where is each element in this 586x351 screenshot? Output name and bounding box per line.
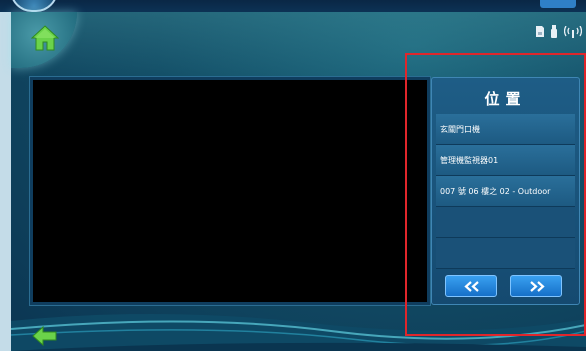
video-frame [29, 76, 431, 306]
location-item[interactable]: 007 號 06 樓之 02 - Outdoor [436, 176, 575, 207]
left-gutter [0, 12, 11, 351]
screen: 位置 玄關門口機 管理機監視器01 007 號 06 樓之 02 - Outdo… [0, 0, 586, 351]
sd-card-icon [536, 26, 544, 37]
previous-page-button[interactable] [445, 275, 497, 297]
top-button[interactable] [540, 0, 576, 8]
wireless-signal-icon [564, 25, 582, 38]
location-panel: 位置 玄關門口機 管理機監視器01 007 號 06 樓之 02 - Outdo… [431, 77, 580, 305]
double-chevron-left-icon [464, 281, 479, 292]
location-title: 位置 [484, 90, 527, 108]
location-item-empty [436, 207, 575, 238]
top-logo-bubble [10, 0, 58, 12]
location-list: 玄關門口機 管理機監視器01 007 號 06 樓之 02 - Outdoor [436, 114, 575, 269]
bottom-wave-decoration [11, 313, 586, 351]
video-display[interactable] [33, 80, 427, 302]
back-arrow-icon[interactable] [32, 326, 58, 346]
usb-icon [551, 25, 557, 38]
status-icons [536, 25, 582, 38]
location-item[interactable]: 玄關門口機 [436, 114, 575, 145]
location-item-empty [436, 238, 575, 269]
next-page-button[interactable] [510, 275, 562, 297]
location-item[interactable]: 管理機監視器01 [436, 145, 575, 176]
home-button[interactable] [11, 12, 77, 68]
double-chevron-right-icon [530, 281, 545, 292]
home-icon [31, 25, 59, 51]
